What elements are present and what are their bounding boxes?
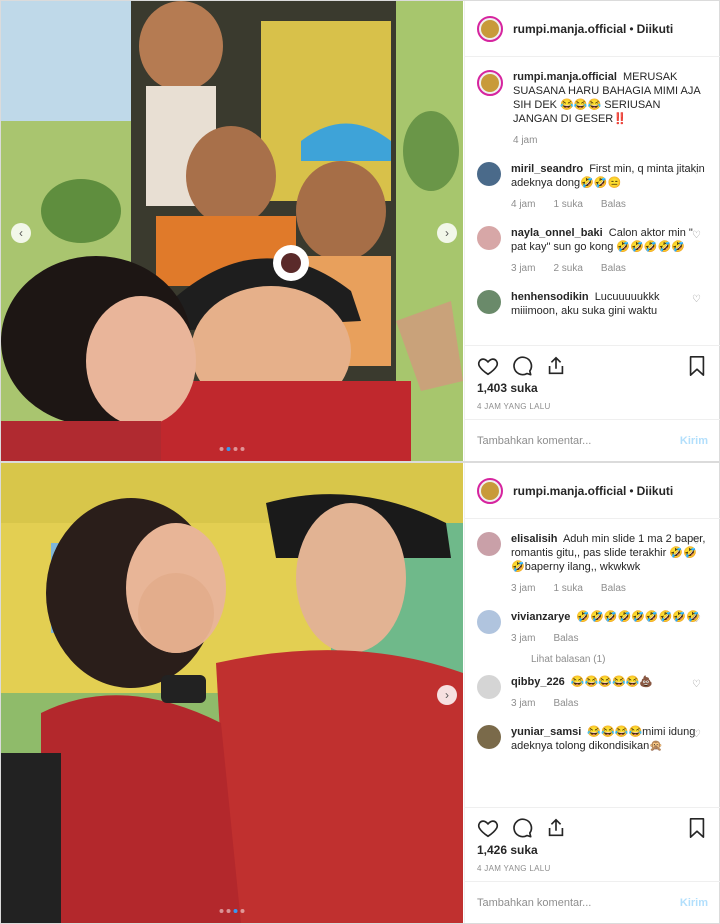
caption-time[interactable]: 4 jam [513, 134, 537, 148]
comment-item: nayla_onnel_baki Calon aktor min " pat k… [477, 226, 708, 276]
bookmark-icon[interactable] [684, 815, 710, 841]
chevron-right-icon[interactable]: › [437, 223, 457, 243]
avatar[interactable] [477, 675, 501, 699]
comment-icon[interactable] [509, 353, 535, 379]
comments-list[interactable]: elisalisih Aduh min slide 1 ma 2 baper, … [465, 520, 720, 807]
post-timestamp[interactable]: 4 JAM YANG LALU [477, 864, 551, 873]
follow-button[interactable]: Diikuti [637, 22, 674, 36]
reply-button[interactable]: Balas [553, 697, 578, 711]
header-username[interactable]: rumpi.manja.official [513, 484, 626, 498]
avatar[interactable] [477, 725, 501, 749]
carousel-indicator [219, 909, 245, 913]
comment-time[interactable]: 3 jam [511, 582, 535, 596]
add-comment-bar: Tambahkan komentar... Kirim [465, 881, 720, 923]
avatar[interactable] [477, 15, 503, 42]
comment-item: vivianzarye 🤣🤣🤣🤣🤣🤣🤣🤣🤣 3 jam Balas ♡ [477, 610, 708, 646]
photo-illustration-kids-couple [1, 1, 463, 461]
heart-icon[interactable]: ♡ [692, 166, 702, 177]
chevron-left-icon[interactable]: ‹ [11, 223, 31, 243]
comment-username[interactable]: nayla_onnel_baki [511, 227, 603, 239]
heart-icon[interactable]: ♡ [692, 536, 702, 547]
separator: • [629, 483, 634, 498]
comment-time[interactable]: 4 jam [511, 198, 535, 212]
avatar[interactable] [477, 226, 501, 250]
avatar[interactable] [477, 610, 501, 634]
avatar[interactable] [477, 477, 503, 504]
comment-username[interactable]: vivianzarye [511, 611, 570, 623]
bookmark-icon[interactable] [684, 353, 710, 379]
heart-icon[interactable]: ♡ [692, 729, 702, 740]
comment-input[interactable]: Tambahkan komentar... [477, 435, 680, 447]
caption: rumpi.manja.official MERUSAK SUASANA HAR… [477, 70, 708, 148]
avatar[interactable] [477, 162, 501, 186]
share-icon[interactable] [543, 815, 569, 841]
photo-illustration-couple-embrace [1, 463, 463, 923]
view-replies-button[interactable]: Lihat balasan (1) [531, 654, 708, 665]
comment-time[interactable]: 3 jam [511, 262, 535, 276]
post-sidebar-2: rumpi.manja.official • Diikuti elisalisi… [464, 463, 720, 923]
comment-item: henhensodikin Lucuuuuukkk miiimoon, aku … [477, 290, 708, 318]
reply-button[interactable]: Balas [601, 582, 626, 596]
comment-username[interactable]: elisalisih [511, 533, 557, 545]
comment-username[interactable]: miril_seandro [511, 163, 583, 175]
comment-time[interactable]: 3 jam [511, 632, 535, 646]
comment-likes[interactable]: 2 suka [553, 262, 582, 276]
post-comment-button[interactable]: Kirim [680, 897, 708, 909]
comment-username[interactable]: qibby_226 [511, 676, 565, 688]
comment-item: miril_seandro First min, q minta jitakin… [477, 162, 708, 212]
post-sidebar-1: rumpi.manja.official • Diikuti rumpi.man… [464, 1, 720, 461]
action-bar [465, 807, 720, 847]
separator: • [629, 21, 634, 36]
comment-item: yuniar_samsi 😂😂😂😂mimi idung adeknya tolo… [477, 725, 708, 753]
comment-input[interactable]: Tambahkan komentar... [477, 897, 680, 909]
instagram-post-1: ‹ › rumpi.manja.official • Diikuti rumpi… [0, 0, 720, 462]
action-bar [465, 345, 720, 385]
heart-icon[interactable]: ♡ [692, 230, 702, 241]
carousel-indicator [219, 447, 245, 451]
comment-text: 🤣🤣🤣🤣🤣🤣🤣🤣🤣 [576, 611, 700, 623]
post-photo-2[interactable]: › [1, 463, 463, 923]
instagram-post-2: › rumpi.manja.official • Diikuti elisali… [0, 462, 720, 924]
follow-button[interactable]: Diikuti [637, 484, 674, 498]
comments-list[interactable]: rumpi.manja.official MERUSAK SUASANA HAR… [465, 58, 720, 345]
post-header: rumpi.manja.official • Diikuti [465, 463, 720, 519]
avatar[interactable] [477, 290, 501, 314]
avatar[interactable] [477, 532, 501, 556]
add-comment-bar: Tambahkan komentar... Kirim [465, 419, 720, 461]
likes-count[interactable]: 1,426 suka [477, 843, 538, 857]
heart-icon[interactable] [475, 353, 501, 379]
reply-button[interactable]: Balas [601, 262, 626, 276]
avatar[interactable] [477, 70, 503, 96]
comment-time[interactable]: 3 jam [511, 697, 535, 711]
post-comment-button[interactable]: Kirim [680, 435, 708, 447]
likes-count[interactable]: 1,403 suka [477, 381, 538, 395]
heart-icon[interactable]: ♡ [692, 679, 702, 690]
post-header: rumpi.manja.official • Diikuti [465, 1, 720, 57]
post-photo-1[interactable]: ‹ › [1, 1, 463, 461]
reply-button[interactable]: Balas [601, 198, 626, 212]
comment-text: 😂😂😂😂😂💩 [570, 676, 654, 688]
comment-username[interactable]: yuniar_samsi [511, 726, 581, 738]
comment-icon[interactable] [509, 815, 535, 841]
heart-icon[interactable]: ♡ [692, 294, 702, 305]
heart-icon[interactable]: ♡ [692, 614, 702, 625]
comment-item: elisalisih Aduh min slide 1 ma 2 baper, … [477, 532, 708, 596]
share-icon[interactable] [543, 353, 569, 379]
comment-item: qibby_226 😂😂😂😂😂💩 3 jam Balas ♡ [477, 675, 708, 711]
comment-username[interactable]: henhensodikin [511, 291, 589, 303]
comment-likes[interactable]: 1 suka [553, 198, 582, 212]
post-timestamp[interactable]: 4 JAM YANG LALU [477, 402, 551, 411]
chevron-right-icon[interactable]: › [437, 685, 457, 705]
heart-icon[interactable] [475, 815, 501, 841]
header-username[interactable]: rumpi.manja.official [513, 22, 626, 36]
caption-username[interactable]: rumpi.manja.official [513, 71, 617, 83]
comment-likes[interactable]: 1 suka [553, 582, 582, 596]
reply-button[interactable]: Balas [553, 632, 578, 646]
